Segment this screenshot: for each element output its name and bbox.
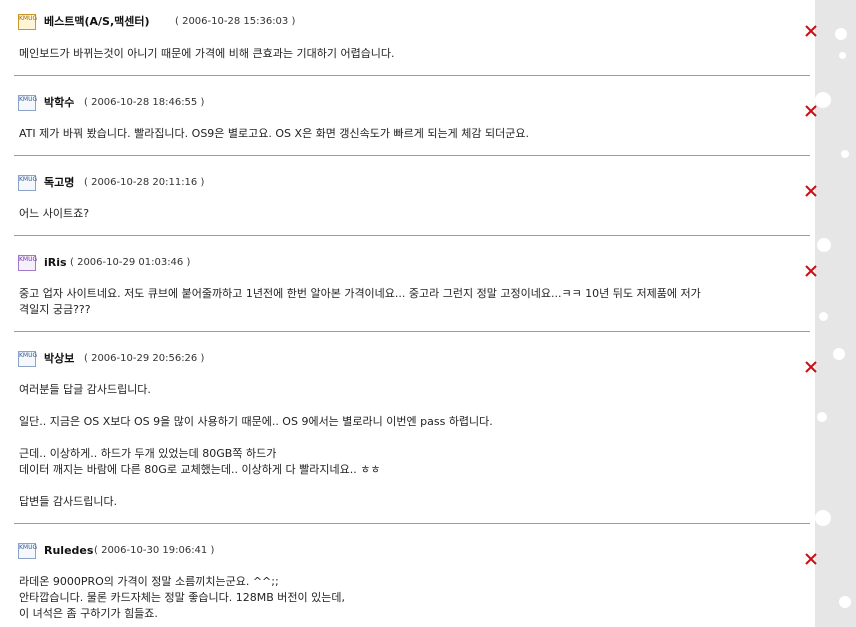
comment-timestamp: ( 2006-10-28 20:11:16 ) bbox=[84, 177, 205, 188]
close-icon[interactable] bbox=[804, 184, 818, 198]
member-level-icon: KMUG bbox=[18, 14, 37, 30]
comment-body: 메인보드가 바뀌는것이 아니기 때문에 가격에 비해 큰효과는 기대하기 어렵습… bbox=[19, 47, 395, 60]
comment-author[interactable]: Ruledes bbox=[44, 543, 93, 559]
close-icon[interactable] bbox=[804, 104, 818, 118]
member-level-icon: KMUG bbox=[18, 351, 37, 367]
close-icon[interactable] bbox=[804, 552, 818, 566]
comment-timestamp: ( 2006-10-29 01:03:46 ) bbox=[70, 257, 191, 268]
comment-body: ATI 제가 바꿔 봤습니다. 빨라집니다. OS9은 별로고요. OS X은 … bbox=[19, 127, 529, 140]
comment-body: 여러분들 답글 감사드립니다. 일단.. 지금은 OS X보다 OS 9을 많이… bbox=[19, 383, 493, 508]
comment-timestamp: ( 2006-10-28 15:36:03 ) bbox=[175, 16, 296, 27]
comment-author[interactable]: iRis bbox=[44, 255, 67, 271]
member-level-icon: KMUG bbox=[18, 95, 37, 111]
page-side-strip bbox=[815, 0, 856, 627]
close-icon[interactable] bbox=[804, 24, 818, 38]
comment-body: 라데온 9000PRO의 가격이 정말 소름끼치는군요. ^^;; 안타깝습니다… bbox=[19, 575, 345, 620]
comment-body: 어느 사이트죠? bbox=[19, 207, 90, 220]
comment-item: KMUG 독고명 ( 2006-10-28 20:11:16 ) 어느 사이트죠… bbox=[14, 155, 817, 236]
comment-author[interactable]: 박학수 bbox=[44, 95, 74, 111]
comment-author[interactable]: 베스트맥(A/S,맥센터) bbox=[44, 14, 150, 30]
comment-timestamp: ( 2006-10-30 19:06:41 ) bbox=[94, 545, 215, 556]
comment-body: 중고 업자 사이트네요. 저도 큐브에 붙어줄까하고 1년전에 한번 알아본 가… bbox=[19, 287, 701, 316]
close-icon[interactable] bbox=[804, 360, 818, 374]
comment-item: KMUG 베스트맥(A/S,맥센터) ( 2006-10-28 15:36:03… bbox=[14, 0, 817, 76]
comment-item: KMUG 박상보 ( 2006-10-29 20:56:26 ) 여러분들 답글… bbox=[14, 331, 817, 524]
member-level-icon: KMUG bbox=[18, 175, 37, 191]
member-level-icon: KMUG bbox=[18, 255, 37, 271]
comment-timestamp: ( 2006-10-29 20:56:26 ) bbox=[84, 353, 205, 364]
member-level-icon: KMUG bbox=[18, 543, 37, 559]
comment-timestamp: ( 2006-10-28 18:46:55 ) bbox=[84, 97, 205, 108]
comment-author[interactable]: 박상보 bbox=[44, 351, 74, 367]
comment-item: KMUG iRis ( 2006-10-29 01:03:46 ) 중고 업자 … bbox=[14, 235, 817, 332]
close-icon[interactable] bbox=[804, 264, 818, 278]
comment-item: KMUG 박학수 ( 2006-10-28 18:46:55 ) ATI 제가 … bbox=[14, 75, 817, 156]
comment-author[interactable]: 독고명 bbox=[44, 175, 74, 191]
comment-item: KMUG Ruledes ( 2006-10-30 19:06:41 ) 라데온… bbox=[14, 523, 817, 627]
